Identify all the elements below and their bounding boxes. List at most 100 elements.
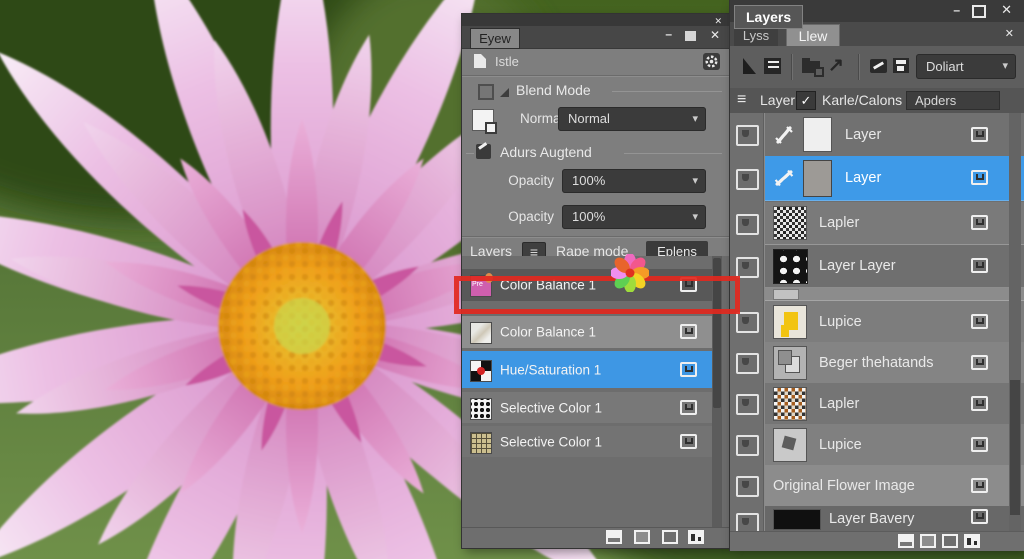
layer-badge-icon[interactable] bbox=[971, 126, 988, 142]
link-tool-icon bbox=[772, 166, 797, 191]
opacity-dropdown[interactable]: 100% ▾ bbox=[562, 205, 706, 229]
layer-badge-icon[interactable] bbox=[971, 508, 988, 524]
fill-layer-button[interactable] bbox=[920, 534, 936, 548]
layer-row[interactable]: Beger thehatands bbox=[765, 342, 1024, 384]
blend-label: Normal bbox=[520, 111, 564, 126]
mask-button[interactable] bbox=[942, 534, 958, 548]
close-icon[interactable]: ✕ bbox=[1001, 3, 1012, 16]
layer-row-selected[interactable]: Hue/Saturation 1 bbox=[462, 351, 722, 388]
layer-thumbnail bbox=[470, 397, 492, 420]
layer-filter-row: ≡ Layer ✓ Karle/Calons bbox=[730, 88, 1024, 114]
layer-row[interactable]: Lupice bbox=[765, 301, 1024, 343]
layer-badge-icon[interactable] bbox=[971, 395, 988, 411]
minimize-icon[interactable]: – bbox=[665, 28, 672, 40]
layer-badge-icon[interactable] bbox=[680, 399, 697, 415]
tab-eyew[interactable]: Eyew bbox=[470, 28, 520, 49]
save-icon[interactable] bbox=[893, 58, 909, 73]
layer-badge-icon[interactable] bbox=[680, 361, 697, 377]
filter-checkbox[interactable]: ✓ bbox=[796, 91, 816, 110]
histogram-button[interactable] bbox=[688, 530, 704, 544]
new-layer-button[interactable] bbox=[606, 530, 622, 544]
layer-badge-icon[interactable] bbox=[971, 354, 988, 370]
layer-filter-label: Layer bbox=[760, 92, 796, 108]
layer-row[interactable]: Original Flower Image bbox=[765, 465, 1024, 507]
move-tool-icon[interactable] bbox=[743, 58, 756, 74]
tab-lyss[interactable]: Lyss bbox=[734, 26, 778, 46]
layer-row[interactable]: Selective Color 1 bbox=[462, 392, 722, 423]
layer-name: Layer bbox=[845, 126, 882, 143]
visibility-checkbox[interactable] bbox=[736, 257, 759, 278]
layer-row-partial[interactable] bbox=[765, 288, 1024, 301]
visibility-checkbox[interactable] bbox=[736, 169, 759, 190]
maximize-icon[interactable] bbox=[972, 5, 986, 18]
opacity-row: Opacity 100% ▾ bbox=[462, 168, 730, 196]
layer-badge-icon[interactable] bbox=[971, 477, 988, 493]
opacity-value: 100% bbox=[572, 173, 606, 188]
layer-row[interactable]: Lapler bbox=[765, 383, 1024, 425]
blend-section-header[interactable]: Blend Mode bbox=[462, 80, 730, 104]
section-checkbox[interactable] bbox=[478, 84, 494, 100]
flower-icon bbox=[611, 254, 649, 292]
chevron-down-icon: ▾ bbox=[1002, 60, 1008, 72]
list-view-icon[interactable] bbox=[764, 58, 781, 74]
layer-badge-icon[interactable] bbox=[971, 436, 988, 452]
gear-icon[interactable] bbox=[703, 53, 720, 70]
layer-row-selected[interactable]: Layer bbox=[765, 156, 1024, 201]
sort-dropdown[interactable]: Doliart ▾ bbox=[916, 54, 1016, 79]
mask-button[interactable] bbox=[662, 530, 678, 544]
layer-badge-icon[interactable] bbox=[971, 258, 988, 273]
layer-badge-icon[interactable] bbox=[971, 215, 988, 230]
layer-name: Layer Bavery bbox=[829, 510, 915, 527]
visibility-checkbox[interactable] bbox=[736, 125, 759, 146]
layer-row[interactable]: Layer bbox=[765, 113, 1024, 157]
scrollbar[interactable] bbox=[1009, 113, 1021, 531]
opacity-label: Opacity bbox=[508, 173, 554, 188]
adjust-section-label: Adurs Augtend bbox=[500, 144, 592, 160]
visibility-checkbox[interactable] bbox=[736, 513, 759, 531]
layers-toolbar: ↗ Doliart ▾ bbox=[730, 46, 1024, 89]
layer-thumbnail bbox=[773, 387, 807, 421]
layer-badge-icon[interactable] bbox=[971, 313, 988, 329]
new-layer-button[interactable] bbox=[898, 534, 914, 548]
layer-row[interactable]: Layer Bavery bbox=[765, 506, 1024, 531]
filter-field[interactable] bbox=[906, 91, 1000, 110]
fill-layer-button[interactable] bbox=[634, 530, 650, 544]
visibility-checkbox[interactable] bbox=[736, 435, 759, 456]
transform-icon[interactable] bbox=[870, 59, 887, 73]
layer-name: Lupice bbox=[819, 436, 862, 453]
opacity-dropdown[interactable]: 100% ▾ bbox=[562, 169, 706, 193]
chevron-down-icon: ▾ bbox=[692, 211, 698, 223]
close-icon[interactable]: ✕ bbox=[710, 29, 720, 41]
visibility-checkbox[interactable] bbox=[736, 353, 759, 374]
histogram-button[interactable] bbox=[964, 534, 980, 548]
layer-row[interactable]: Layer Layer bbox=[765, 245, 1024, 288]
visibility-checkbox[interactable] bbox=[736, 312, 759, 333]
toolbar-divider bbox=[858, 54, 860, 80]
adjust-section-header[interactable]: Adurs Augtend bbox=[462, 142, 730, 166]
layer-row[interactable]: Lupice bbox=[765, 424, 1024, 466]
new-group-icon[interactable] bbox=[802, 58, 824, 77]
visibility-checkbox[interactable] bbox=[736, 214, 759, 235]
layers-panel: – ✕ Layers Lyss Llew ✕ ↗ Doliart ▾ ≡ Lay… bbox=[730, 0, 1024, 551]
layer-row[interactable]: Lapler bbox=[765, 202, 1024, 245]
adjust-panel-bottombar bbox=[462, 527, 730, 548]
layer-badge-icon[interactable] bbox=[971, 170, 988, 185]
share-arrow-icon[interactable]: ↗ bbox=[828, 54, 844, 77]
hamburger-icon[interactable]: ≡ bbox=[737, 91, 746, 109]
minimize-icon[interactable]: – bbox=[953, 4, 960, 16]
layer-badge-icon[interactable] bbox=[680, 324, 697, 339]
scrollbar-thumb[interactable] bbox=[1010, 380, 1020, 515]
layer-name: Color Balance 1 bbox=[500, 324, 597, 340]
layer-badge-icon[interactable] bbox=[680, 433, 697, 449]
blend-mode-dropdown[interactable]: Normal ▾ bbox=[558, 107, 706, 131]
visibility-checkbox[interactable] bbox=[736, 476, 759, 497]
close-icon[interactable]: ✕ bbox=[1005, 28, 1014, 40]
layer-row[interactable]: Selective Color 1 bbox=[462, 426, 722, 457]
maximize-icon[interactable] bbox=[685, 31, 696, 41]
layer-row[interactable]: Color Balance 1 bbox=[462, 316, 722, 348]
visibility-checkbox[interactable] bbox=[736, 394, 759, 415]
blend-section-label: Blend Mode bbox=[516, 82, 591, 98]
collapse-triangle-icon[interactable] bbox=[500, 88, 509, 97]
file-row[interactable]: Istle bbox=[462, 49, 730, 75]
red-highlight-annotation bbox=[454, 276, 740, 314]
